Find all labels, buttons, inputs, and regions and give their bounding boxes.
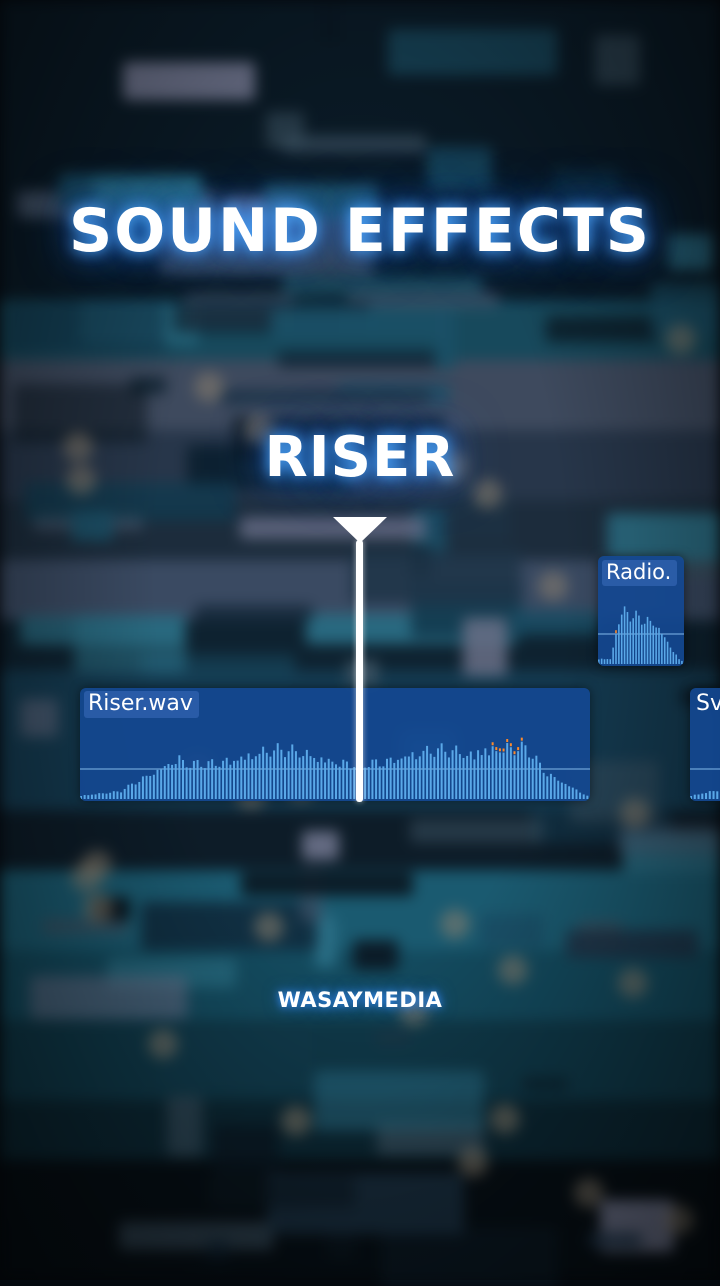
playhead-line[interactable] <box>356 540 363 802</box>
watermark: WASAYMEDIA <box>277 988 443 1012</box>
clip-label: Radio. <box>602 560 678 586</box>
effect-name: RISER <box>264 425 456 490</box>
clip-label: Riser.wav <box>84 691 199 718</box>
clip-label: Sv <box>696 691 720 716</box>
audio-clip-riser[interactable]: Riser.wav <box>80 688 590 801</box>
audio-clip-radio[interactable]: Radio. <box>598 556 684 666</box>
page-title: SOUND EFFECTS <box>69 196 651 266</box>
playhead-marker[interactable] <box>333 517 387 543</box>
audio-clip-partial[interactable]: Sv <box>690 688 720 801</box>
